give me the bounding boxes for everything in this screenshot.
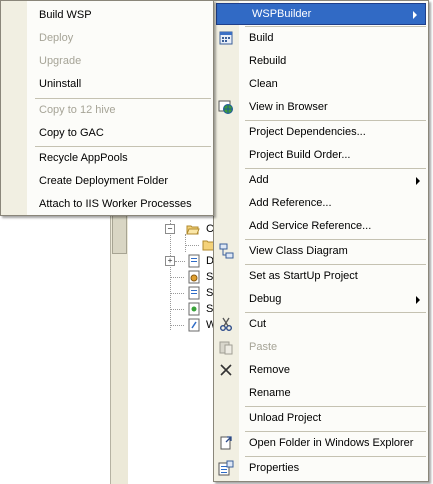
menu-item-label: Add Reference... <box>249 197 332 209</box>
menu-item-build-wsp[interactable]: Build WSP <box>1 4 213 27</box>
menu-item-project-dependencies[interactable]: Project Dependencies... <box>214 121 428 144</box>
tree-row[interactable]: + D <box>128 253 218 269</box>
tree-guide-line <box>170 293 184 294</box>
menu-item-label: Project Dependencies... <box>249 126 366 138</box>
menu-item-copy-to-gac[interactable]: Copy to GAC <box>1 122 213 145</box>
menu-item-remove[interactable]: Remove <box>214 359 428 382</box>
menu-item-build[interactable]: Build <box>214 27 428 50</box>
menu-item-unload-project[interactable]: Unload Project <box>214 407 428 430</box>
expand-icon[interactable]: + <box>165 256 175 266</box>
menu-item-label: View Class Diagram <box>249 245 348 257</box>
menu-item-rename[interactable]: Rename <box>214 382 428 405</box>
tree-row[interactable] <box>128 237 218 253</box>
menu-item-label: View in Browser <box>249 101 328 113</box>
menu-item-deploy[interactable]: Deploy <box>1 27 213 50</box>
tree-guide-line <box>170 309 184 310</box>
menu-item-label: Build <box>249 32 274 44</box>
menu-item-add-reference[interactable]: Add Reference... <box>214 192 428 215</box>
paste-icon <box>219 341 233 355</box>
menu-item-set-startup-project[interactable]: Set as StartUp Project <box>214 265 428 288</box>
menu-item-label: Copy to GAC <box>39 127 104 139</box>
collapse-icon[interactable]: − <box>165 224 175 234</box>
menu-item-copy-to-12-hive[interactable]: Copy to 12 hive <box>1 99 213 122</box>
project-context-menu: WSPBuilder Build Rebuild Clean View in B… <box>213 0 429 482</box>
xml-file-icon <box>188 318 200 332</box>
menu-item-add-service-reference[interactable]: Add Service Reference... <box>214 215 428 238</box>
open-folder-icon <box>186 225 200 235</box>
tree-row[interactable]: − C <box>128 221 218 237</box>
menu-item-label: Unload Project <box>249 412 322 424</box>
class-diagram-icon <box>219 243 234 259</box>
menu-item-label: Deploy <box>39 32 74 44</box>
menu-item-view-in-browser[interactable]: View in Browser <box>214 96 428 119</box>
menu-item-label: WSPBuilder <box>252 8 312 20</box>
tree-guide-line <box>185 245 199 246</box>
menu-item-properties[interactable]: Properties <box>214 457 428 480</box>
menu-item-attach-to-iis-worker-processes[interactable]: Attach to IIS Worker Processes <box>1 193 213 216</box>
submenu-arrow-icon <box>416 296 420 304</box>
menu-item-label: Rename <box>249 387 291 399</box>
menu-item-wspbuilder[interactable]: WSPBuilder <box>216 3 426 25</box>
menu-item-label: Debug <box>249 293 282 305</box>
menu-item-label: Create Deployment Folder <box>39 175 169 187</box>
menu-item-view-class-diagram[interactable]: View Class Diagram <box>214 240 428 263</box>
scissors-icon <box>220 317 232 331</box>
properties-icon <box>218 460 234 476</box>
tree-row[interactable]: W <box>128 317 218 333</box>
tree-row[interactable]: S <box>128 301 218 317</box>
menu-item-label: Clean <box>249 78 278 90</box>
menu-item-label: Project Build Order... <box>249 149 351 161</box>
menu-item-label: Copy to 12 hive <box>39 104 116 116</box>
menu-item-label: Properties <box>249 462 300 474</box>
menu-item-cut[interactable]: Cut <box>214 313 428 336</box>
file-icon <box>188 254 200 268</box>
menu-item-label: Upgrade <box>39 55 82 67</box>
browser-icon <box>218 100 233 114</box>
tree-row[interactable]: S <box>128 269 218 285</box>
menu-item-label: Remove <box>249 364 290 376</box>
menu-item-label: Set as StartUp Project <box>249 270 358 282</box>
tree-guide-line <box>170 325 184 326</box>
menu-item-label: Open Folder in Windows Explorer <box>249 437 414 449</box>
menu-item-debug[interactable]: Debug <box>214 288 428 311</box>
menu-item-rebuild[interactable]: Rebuild <box>214 50 428 73</box>
menu-item-label: Paste <box>249 341 278 353</box>
tree-guide-line <box>170 277 184 278</box>
file-icon <box>188 286 200 300</box>
build-icon <box>219 31 233 45</box>
menu-item-label: Cut <box>249 318 267 330</box>
menu-item-recycle-apppools[interactable]: Recycle AppPools <box>1 147 213 170</box>
menu-item-label: Build WSP <box>39 9 92 21</box>
scrollbar-thumb[interactable] <box>112 214 127 254</box>
menu-item-add[interactable]: Add <box>214 169 428 192</box>
menu-item-create-deployment-folder[interactable]: Create Deployment Folder <box>1 170 213 193</box>
menu-item-label: Attach to IIS Worker Processes <box>39 198 192 210</box>
menu-item-label: Add <box>249 174 269 186</box>
menu-item-label: Uninstall <box>39 78 82 90</box>
tree-row[interactable]: S <box>128 285 218 301</box>
menu-item-label: Rebuild <box>249 55 287 67</box>
submenu-arrow-icon <box>416 177 420 185</box>
menu-item-open-folder-in-explorer[interactable]: Open Folder in Windows Explorer <box>214 432 428 455</box>
menu-item-upgrade[interactable]: Upgrade <box>1 50 213 73</box>
menu-item-label: Recycle AppPools <box>39 152 128 164</box>
menu-item-paste[interactable]: Paste <box>214 336 428 359</box>
menu-item-label: Add Service Reference... <box>249 220 372 232</box>
snk-file-icon <box>188 302 200 316</box>
menu-item-uninstall[interactable]: Uninstall <box>1 73 213 96</box>
menu-item-clean[interactable]: Clean <box>214 73 428 96</box>
menu-item-project-build-order[interactable]: Project Build Order... <box>214 144 428 167</box>
remove-x-icon <box>220 364 232 376</box>
wspbuilder-submenu: Build WSP Deploy Upgrade Uninstall Copy … <box>0 0 214 216</box>
config-file-icon <box>188 270 200 284</box>
open-folder-icon <box>220 436 232 450</box>
submenu-arrow-icon <box>413 11 417 19</box>
tree-guide-line <box>175 261 185 262</box>
